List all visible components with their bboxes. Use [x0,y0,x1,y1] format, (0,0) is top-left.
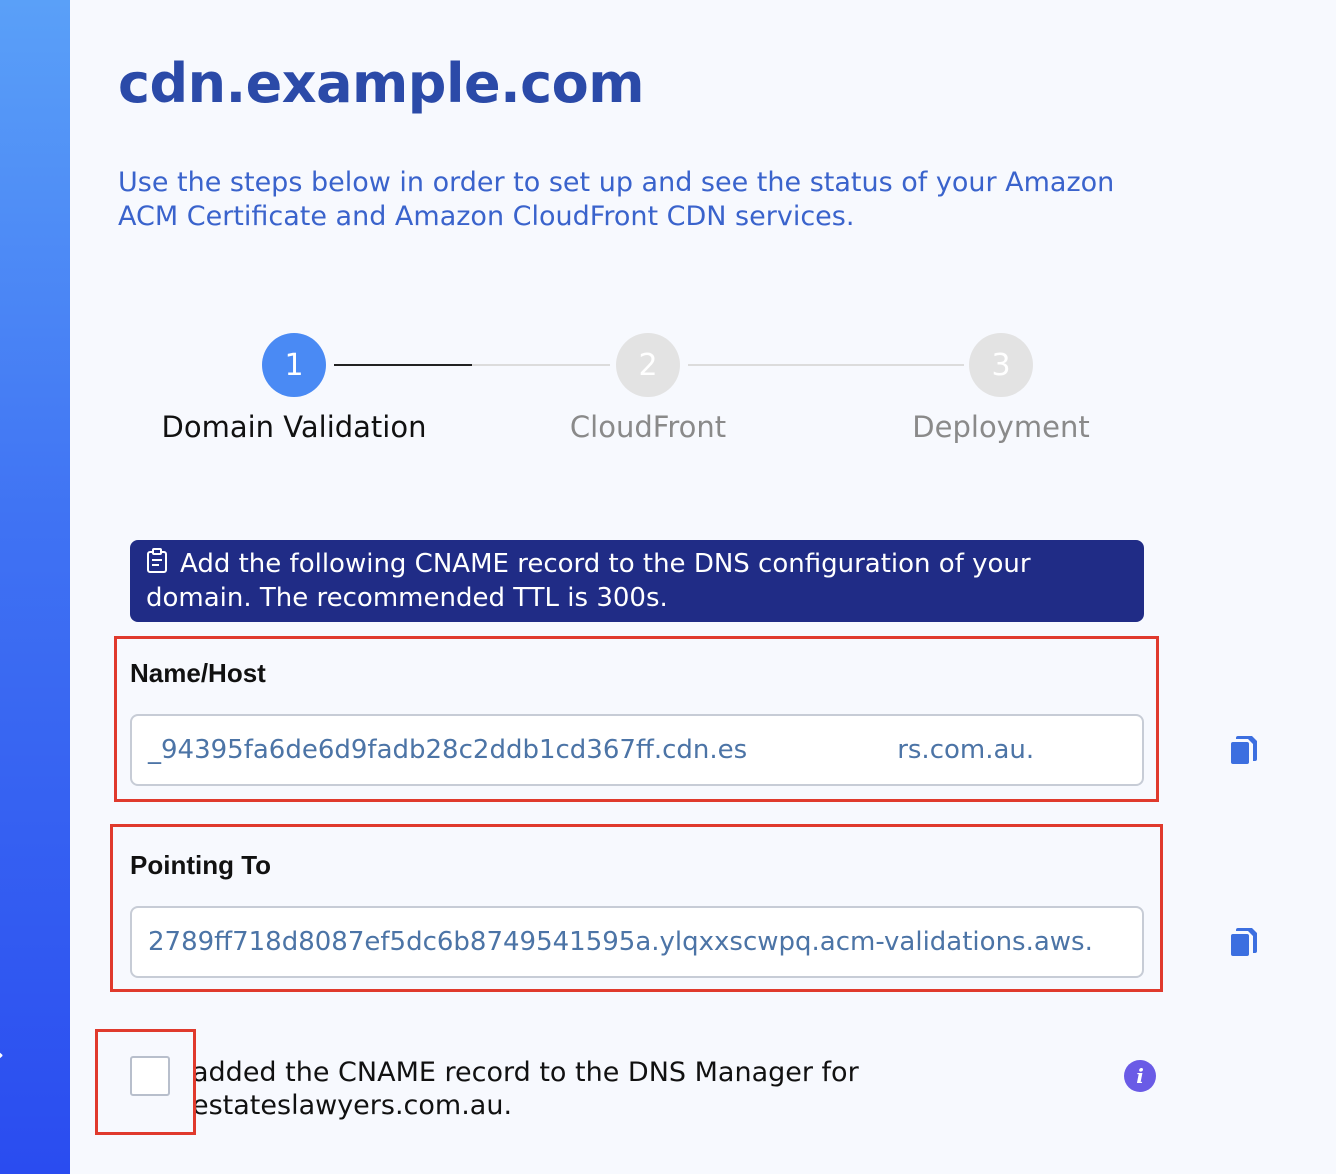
step-connector-1 [472,364,610,366]
step-3-number: 3 [991,347,1011,383]
step-2-label[interactable]: CloudFront [570,410,726,444]
step-3-label[interactable]: Deployment [912,410,1089,444]
sidebar: › [0,0,70,1174]
clipboard-icon [146,548,168,582]
step-1-label[interactable]: Domain Validation [162,410,427,444]
name-host-field[interactable]: _94395fa6de6d9fadb28c2ddb1cd367ff.cdn.es… [130,714,1144,786]
pointing-to-value: 2789ff718d8087ef5dc6b8749541595a.ylqxxsc… [148,927,1093,957]
step-2-number: 2 [638,347,658,383]
name-host-value-start: _94395fa6de6d9fadb28c2ddb1cd367ff.cdn.es [148,735,748,765]
confirm-text: added the CNAME record to the DNS Manage… [192,1057,859,1121]
info-icon[interactable]: i [1124,1060,1156,1092]
banner-text: Add the following CNAME record to the DN… [146,549,1031,613]
page-intro: Use the steps below in order to set up a… [118,167,1115,232]
step-2-circle[interactable]: 2 [616,333,680,397]
page-title: cdn.example.com [118,52,644,115]
info-banner: Add the following CNAME record to the DN… [130,540,1144,622]
pointing-to-field[interactable]: 2789ff718d8087ef5dc6b8749541595a.ylqxxsc… [130,906,1144,978]
name-host-label: Name/Host [130,658,266,688]
step-connector-1-progress [334,364,472,366]
pointing-to-label: Pointing To [130,850,272,880]
step-1-circle[interactable]: 1 [262,333,326,397]
step-connector-2 [688,364,964,366]
step-3-circle[interactable]: 3 [969,333,1033,397]
confirm-checkbox[interactable] [130,1056,170,1096]
copy-icon[interactable] [1228,733,1260,767]
step-1-number: 1 [284,347,304,383]
name-host-value-end: rs.com.au. [897,735,1035,765]
copy-icon[interactable] [1228,925,1260,959]
chevron-icon[interactable]: › [0,1040,4,1070]
